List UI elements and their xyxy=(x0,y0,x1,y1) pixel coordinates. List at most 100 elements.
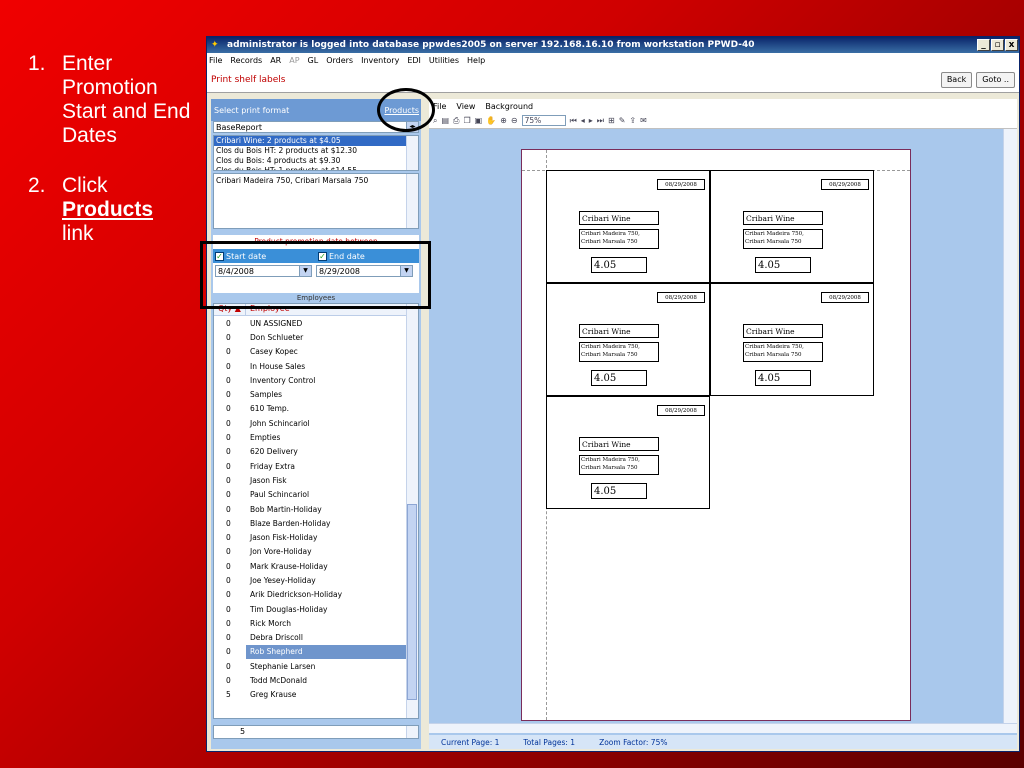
menu-item-help[interactable]: Help xyxy=(467,56,485,65)
table-row[interactable]: 0 In House Sales xyxy=(214,359,418,373)
table-row[interactable]: 0 Friday Extra xyxy=(214,459,418,473)
promotion-list-scrollbar[interactable] xyxy=(406,136,418,170)
promotion-list-item[interactable]: Clos du Bois HT: 1 products at $14.55 xyxy=(214,166,418,170)
qty-cell[interactable]: 0 xyxy=(214,490,246,499)
table-row[interactable]: 0 Jon Vore-Holiday xyxy=(214,545,418,559)
table-row[interactable]: 0 John Schincariol xyxy=(214,416,418,430)
table-row[interactable]: 0 Todd McDonald xyxy=(214,673,418,687)
binoculars-icon[interactable]: ⌕ xyxy=(433,116,437,126)
qty-cell[interactable]: 0 xyxy=(214,462,246,471)
zoom-in-icon[interactable]: ⊕ xyxy=(500,116,507,125)
table-row[interactable]: 0 Don Schlueter xyxy=(214,330,418,344)
save-icon[interactable]: ▣ xyxy=(475,116,483,125)
menu-item-edi[interactable]: EDI xyxy=(407,56,421,65)
table-row[interactable]: 0 Jason Fisk xyxy=(214,473,418,487)
next-page-icon[interactable]: ▸ xyxy=(589,116,593,125)
qty-cell[interactable]: 0 xyxy=(214,562,246,571)
menu-item-orders[interactable]: Orders xyxy=(326,56,353,65)
qty-cell[interactable]: 0 xyxy=(214,576,246,585)
promotion-list-item[interactable]: Cribari Wine: 2 products at $4.05 xyxy=(214,136,418,146)
table-row[interactable]: 0 Arik Diedrickson-Holiday xyxy=(214,588,418,602)
qty-cell[interactable]: 0 xyxy=(214,347,246,356)
back-button[interactable]: Back xyxy=(940,72,973,88)
title-bar[interactable]: ✦ administrator is logged into database … xyxy=(207,37,1019,53)
viewer-menu-file[interactable]: File xyxy=(433,102,446,111)
print-setup-icon[interactable]: ▤ xyxy=(441,116,449,125)
prev-page-icon[interactable]: ◂ xyxy=(581,116,585,125)
minimize-button[interactable]: _ xyxy=(977,39,990,51)
employee-grid-scrollbar[interactable] xyxy=(406,304,418,718)
zoom-select[interactable]: 75% xyxy=(521,115,566,126)
table-row[interactable]: 0 Inventory Control xyxy=(214,373,418,387)
table-row[interactable]: 0 620 Delivery xyxy=(214,445,418,459)
copy-icon[interactable]: ❐ xyxy=(463,116,470,125)
qty-cell[interactable]: 0 xyxy=(214,619,246,628)
table-row[interactable]: 0 610 Temp. xyxy=(214,402,418,416)
table-row[interactable]: 0 Bob Martin-Holiday xyxy=(214,502,418,516)
qty-cell[interactable]: 0 xyxy=(214,647,246,656)
last-page-icon[interactable]: ⏭ xyxy=(597,116,604,126)
detail-scrollbar[interactable] xyxy=(406,174,418,228)
tools-icon[interactable]: ✎ xyxy=(619,116,626,125)
table-row[interactable]: 0 Jason Fisk-Holiday xyxy=(214,530,418,544)
menu-item-file[interactable]: File xyxy=(209,56,222,65)
qty-cell[interactable]: 0 xyxy=(214,476,246,485)
print-icon[interactable]: ⎙ xyxy=(453,116,459,126)
qty-cell[interactable]: 0 xyxy=(214,662,246,671)
table-row[interactable]: 0 Tim Douglas-Holiday xyxy=(214,602,418,616)
table-row[interactable]: 0 Mark Krause-Holiday xyxy=(214,559,418,573)
menu-item-records[interactable]: Records xyxy=(230,56,262,65)
menu-item-ar[interactable]: AR xyxy=(270,56,281,65)
table-row[interactable]: 0 Rob Shepherd xyxy=(214,644,418,660)
goto-button[interactable]: Goto .. xyxy=(976,72,1015,88)
qty-cell[interactable]: 0 xyxy=(214,362,246,371)
qty-cell[interactable]: 0 xyxy=(214,547,246,556)
mail-icon[interactable]: ✉ xyxy=(640,116,647,125)
table-row[interactable]: 0 Casey Kopec xyxy=(214,345,418,359)
table-row[interactable]: 0 Blaze Barden-Holiday xyxy=(214,516,418,530)
promotion-list-item[interactable]: Clos du Bois: 4 products at $9.30 xyxy=(214,156,418,166)
tree-icon[interactable]: ⊞ xyxy=(608,116,615,125)
scrollbar-thumb[interactable] xyxy=(407,504,417,700)
table-row[interactable]: 0 Samples xyxy=(214,387,418,401)
table-row[interactable]: 0 UN ASSIGNED xyxy=(214,316,418,330)
menu-item-ap[interactable]: AP xyxy=(289,56,299,65)
viewer-menu-background[interactable]: Background xyxy=(485,102,533,111)
qty-cell[interactable]: 0 xyxy=(214,605,246,614)
qty-cell[interactable]: 0 xyxy=(214,519,246,528)
table-row[interactable]: 0 Empties xyxy=(214,430,418,444)
qty-cell[interactable]: 0 xyxy=(214,433,246,442)
table-row[interactable]: 0 Debra Driscoll xyxy=(214,631,418,645)
qty-cell[interactable]: 0 xyxy=(214,419,246,428)
zoom-out-icon[interactable]: ⊖ xyxy=(511,116,518,125)
qty-cell[interactable]: 5 xyxy=(214,690,246,699)
table-row[interactable]: 0 Stephanie Larsen xyxy=(214,659,418,673)
qty-cell[interactable]: 0 xyxy=(214,505,246,514)
qty-cell[interactable]: 0 xyxy=(214,390,246,399)
qty-cell[interactable]: 0 xyxy=(214,533,246,542)
viewer-menu-view[interactable]: View xyxy=(456,102,475,111)
table-row[interactable]: 0 Rick Morch xyxy=(214,616,418,630)
qty-cell[interactable]: 0 xyxy=(214,633,246,642)
maximize-button[interactable]: ▫ xyxy=(991,39,1004,51)
menu-item-gl[interactable]: GL xyxy=(308,56,319,65)
viewer-horizontal-scrollbar[interactable] xyxy=(429,723,1017,733)
table-row[interactable]: 0 Joe Yesey-Holiday xyxy=(214,573,418,587)
qty-cell[interactable]: 0 xyxy=(214,333,246,342)
first-page-icon[interactable]: ⏮ xyxy=(570,116,577,126)
table-row[interactable]: 5 Greg Krause xyxy=(214,688,418,702)
qty-cell[interactable]: 0 xyxy=(214,404,246,413)
qty-cell[interactable]: 0 xyxy=(214,376,246,385)
promotion-list-item[interactable]: Clos du Bois HT: 2 products at $12.30 xyxy=(214,146,418,156)
viewer-vertical-scrollbar[interactable] xyxy=(1003,129,1017,723)
menu-item-utilities[interactable]: Utilities xyxy=(429,56,459,65)
qty-cell[interactable]: 0 xyxy=(214,676,246,685)
promotion-list[interactable]: Cribari Wine: 2 products at $4.05 Clos du… xyxy=(213,135,419,171)
footer-scrollbar[interactable] xyxy=(406,726,418,738)
qty-cell[interactable]: 0 xyxy=(214,319,246,328)
qty-cell[interactable]: 0 xyxy=(214,590,246,599)
close-button[interactable]: x xyxy=(1005,39,1018,51)
menu-item-inventory[interactable]: Inventory xyxy=(361,56,399,65)
hand-icon[interactable]: ✋ xyxy=(486,116,496,125)
qty-cell[interactable]: 0 xyxy=(214,447,246,456)
